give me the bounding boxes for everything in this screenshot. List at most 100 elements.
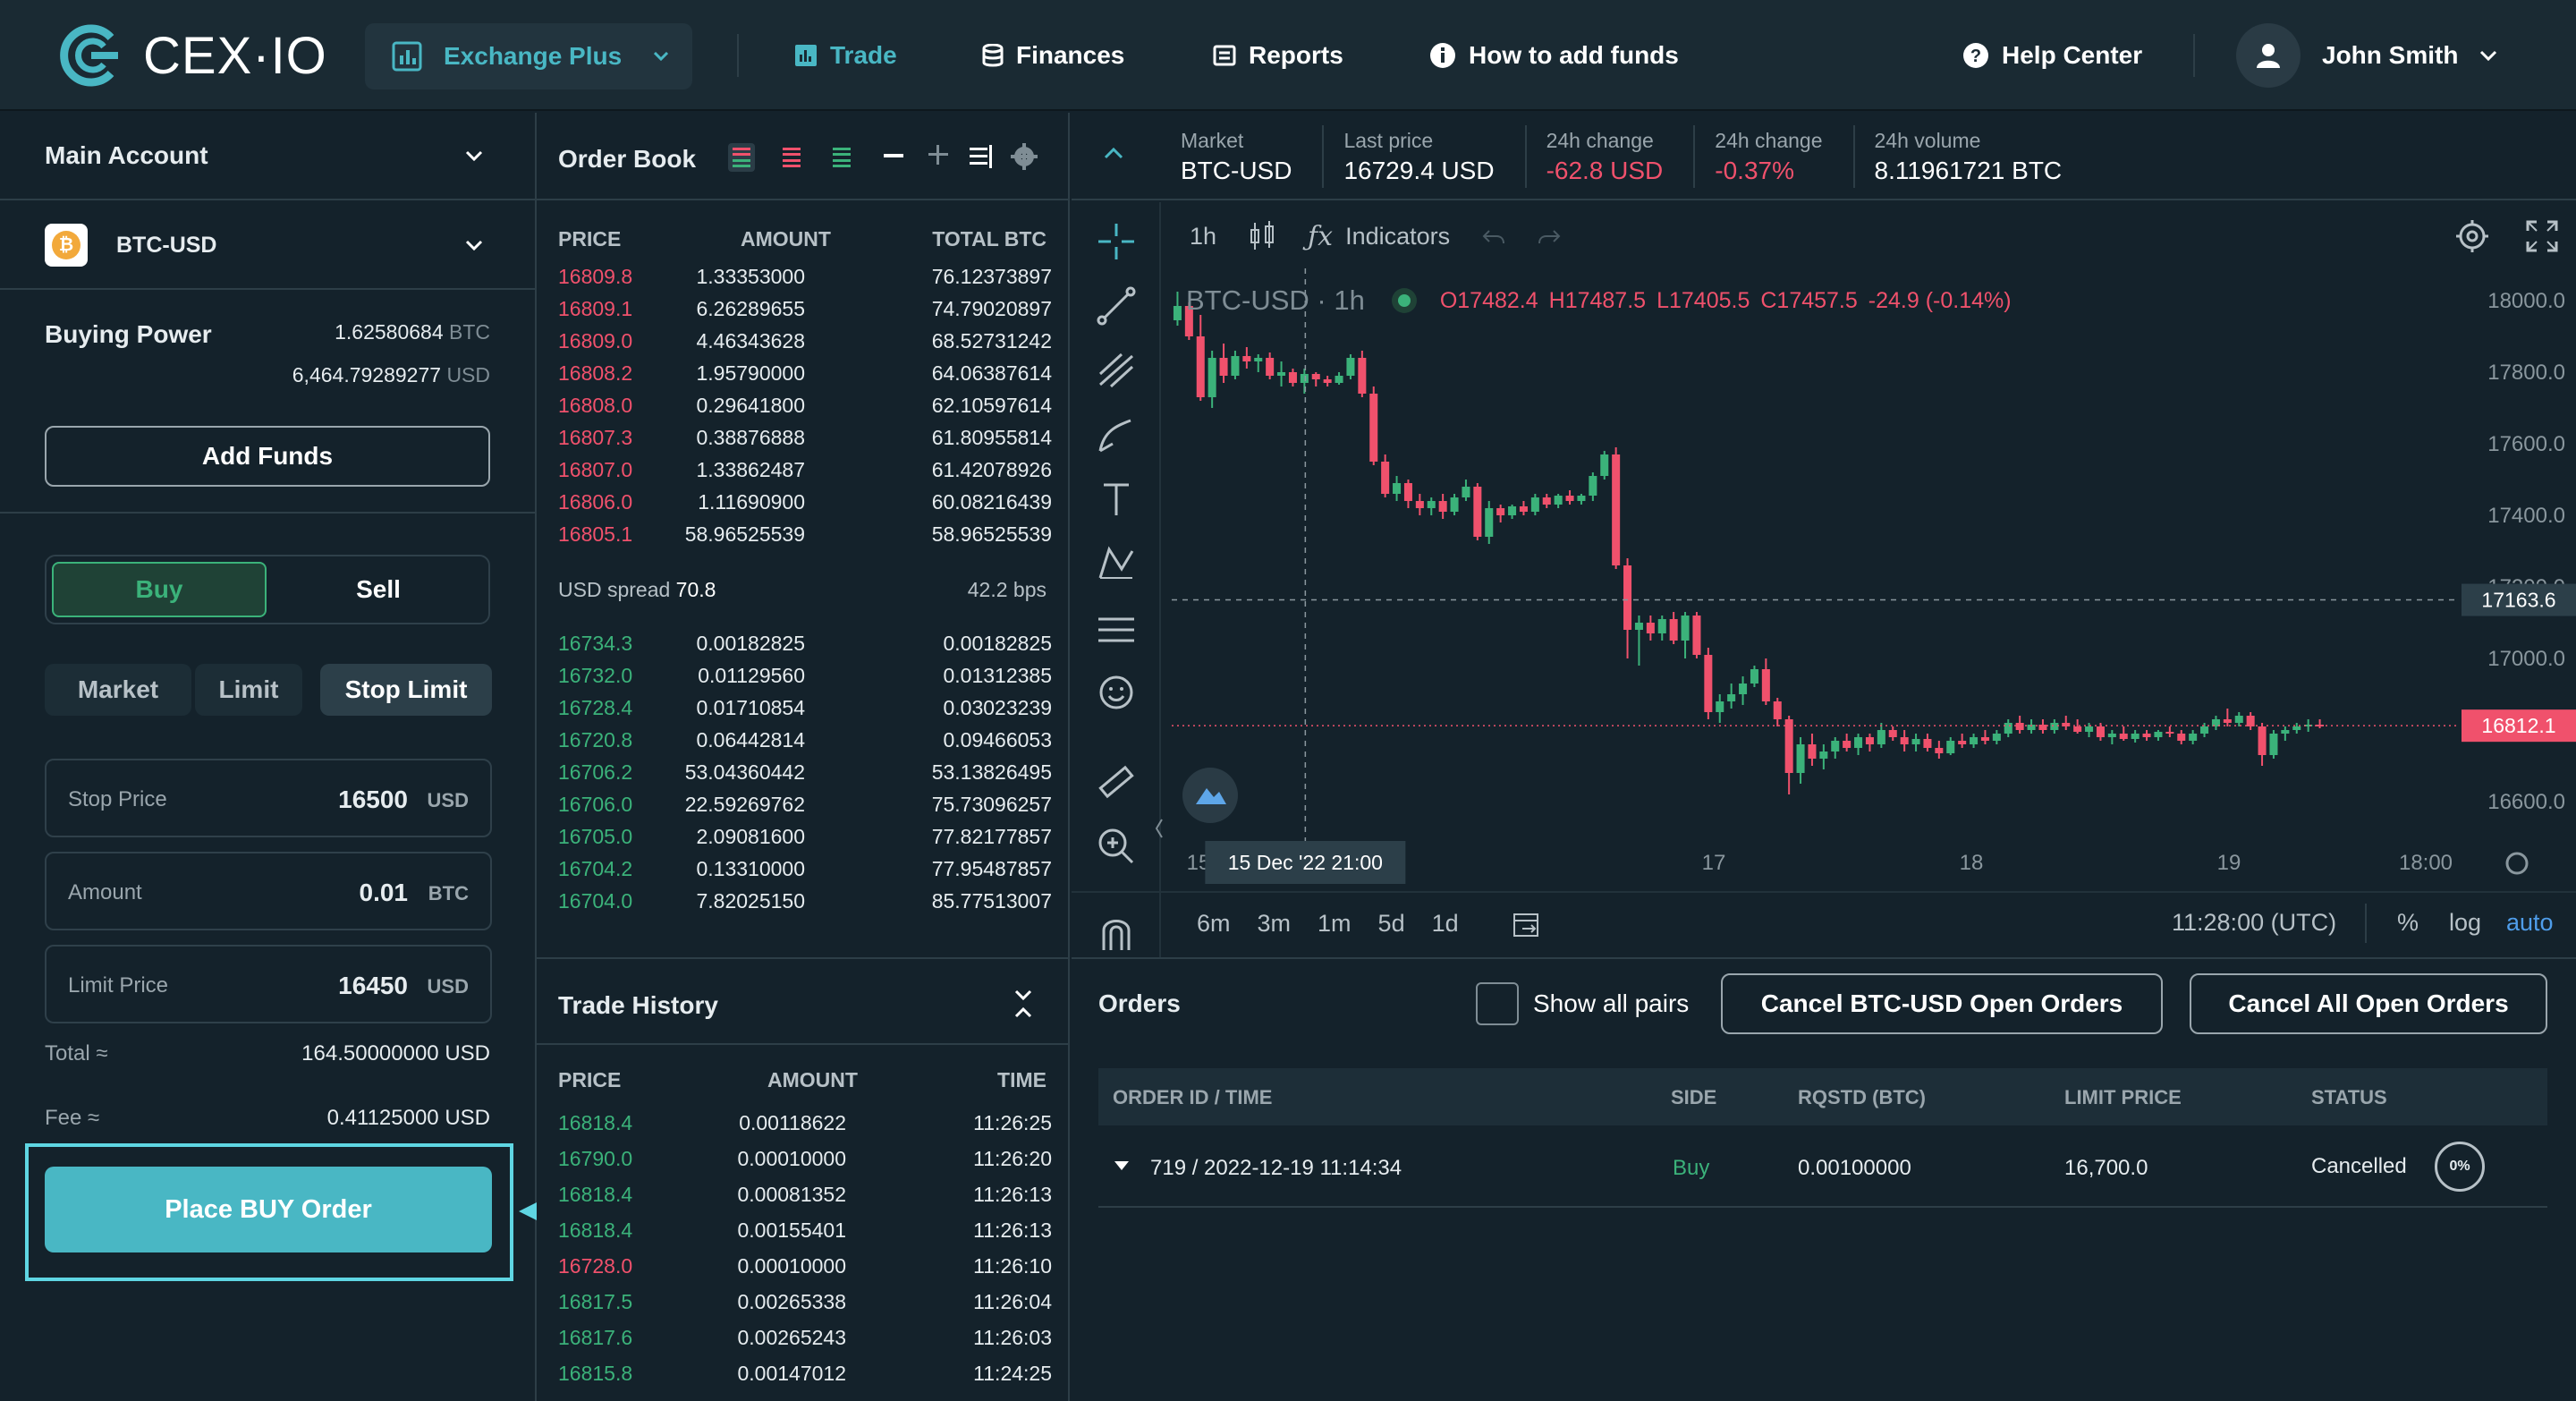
brush-icon[interactable] (1095, 413, 1138, 456)
order-book-bid-row[interactable]: 16734.3 0.00182825 0.00182825 (537, 626, 1073, 658)
show-all-pairs-label[interactable]: Show all pairs (1533, 989, 1689, 1018)
indicators-button[interactable]: ƒx Indicators (1308, 221, 1450, 252)
order-book-ask-row[interactable]: 16808.2 1.95790000 64.06387614 (537, 356, 1073, 388)
order-book-panel: Order Book PRICE AMOUNT TOTAL BTC 16809.… (537, 113, 1070, 957)
order-type-limit[interactable]: Limit (195, 664, 302, 716)
minus-icon[interactable] (884, 152, 903, 159)
candle-body (1900, 737, 1909, 744)
order-book-ask-row[interactable]: 16809.8 1.33353000 76.12373897 (537, 259, 1073, 292)
pair-selector[interactable]: ₿ BTC-USD (0, 200, 535, 290)
add-funds-button[interactable]: Add Funds (45, 426, 490, 487)
nav-finances[interactable]: Finances (982, 0, 1124, 111)
order-book-bid-row[interactable]: 16706.2 53.04360442 53.13826495 (537, 755, 1073, 787)
account-selector[interactable]: Main Account (0, 113, 535, 200)
orderbook-asks-view-icon[interactable] (778, 143, 805, 172)
interval-button[interactable]: 1h (1190, 223, 1216, 250)
range-button[interactable]: 6m (1197, 910, 1231, 938)
order-book-bid-row[interactable]: 16720.8 0.06442814 0.09466053 (537, 723, 1073, 755)
order-book-ask-row[interactable]: 16808.0 0.29641800 62.10597614 (537, 388, 1073, 420)
emoji-icon[interactable] (1095, 671, 1138, 714)
forecast-tool-icon[interactable] (1095, 607, 1138, 650)
user-menu[interactable]: John Smith (2236, 21, 2497, 89)
y-tick-label: 17000.0 (2487, 647, 2565, 671)
order-book-ask-row[interactable]: 16805.1 58.96525539 58.96525539 (537, 517, 1073, 549)
redo-icon[interactable] (1538, 227, 1561, 245)
help-center-link[interactable]: ? Help Center (1962, 0, 2142, 111)
limit-price-field[interactable]: Limit Price 16450 USD (45, 945, 492, 1023)
chevron-up-icon[interactable] (1104, 147, 1123, 159)
ruler-icon[interactable] (1095, 760, 1138, 803)
nav-how-to-add-funds[interactable]: How to add funds (1429, 0, 1679, 111)
zoom-in-icon[interactable] (1095, 825, 1138, 868)
chevron-down-icon (465, 240, 483, 250)
orders-table-row[interactable]: 719 / 2022-12-19 11:14:34 Buy 0.00100000… (1098, 1125, 2547, 1208)
orders-title: Orders (1098, 989, 1181, 1017)
pattern-tool-icon[interactable] (1095, 542, 1138, 585)
range-button[interactable]: 5d (1378, 910, 1405, 938)
collapse-tools-icon[interactable] (1154, 816, 1165, 841)
order-book-ask-row[interactable]: 16807.0 1.33862487 61.42078926 (537, 453, 1073, 485)
candle-body (1254, 358, 1263, 361)
range-button[interactable]: 1m (1318, 910, 1352, 938)
orderbook-bids-view-icon[interactable] (828, 143, 855, 172)
place-buy-order-button[interactable]: Place BUY Order (45, 1167, 492, 1252)
order-book-ask-row[interactable]: 16807.3 0.38876888 61.80955814 (537, 420, 1073, 453)
buy-tab[interactable]: Buy (52, 562, 267, 617)
order-book-ask-row[interactable]: 16809.0 4.46343628 68.52731242 (537, 324, 1073, 356)
order-book-bid-row[interactable]: 16704.2 0.13310000 77.95487857 (537, 852, 1073, 884)
chart-bottom-divider (1072, 891, 2576, 893)
order-book-ask-row[interactable]: 16806.0 1.11690900 60.08216439 (537, 485, 1073, 517)
candle-body (1485, 508, 1494, 537)
trend-line-icon[interactable] (1095, 284, 1138, 327)
sell-tab[interactable]: Sell (272, 562, 485, 617)
top-navigation-bar: CEX·IO Exchange Plus Trade Finances Repo… (0, 0, 2576, 111)
candlestick-chart[interactable]: 18000.017800.017600.017400.017200.017000… (1163, 268, 2576, 898)
order-book-bid-row[interactable]: 16706.0 22.59269762 75.73096257 (537, 787, 1073, 819)
gear-icon[interactable] (1011, 143, 1038, 170)
tradingview-logo[interactable] (1182, 768, 1238, 823)
col-limit-price: LIMIT PRICE (2064, 1086, 2182, 1108)
cancel-pair-orders-button[interactable]: Cancel BTC-USD Open Orders (1721, 973, 2163, 1034)
order-book-bid-row[interactable]: 16732.0 0.01129560 0.01312385 (537, 658, 1073, 691)
amount-field[interactable]: Amount 0.01 BTC (45, 852, 492, 930)
order-book-bid-row[interactable]: 16705.0 2.09081600 77.82177857 (537, 819, 1073, 852)
candle-body (1970, 737, 1979, 744)
auto-toggle[interactable]: auto (2506, 909, 2554, 937)
order-type-stop-limit[interactable]: Stop Limit (320, 664, 492, 716)
plus-icon[interactable] (928, 145, 948, 165)
candle-body (1980, 737, 1989, 741)
undo-icon[interactable] (1482, 227, 1505, 245)
order-type-market[interactable]: Market (45, 664, 191, 716)
stop-price-field[interactable]: Stop Price 16500 USD (45, 759, 492, 837)
chart-clock[interactable]: 11:28:00 (UTC) (2172, 909, 2336, 937)
date-range-icon[interactable] (1512, 909, 1542, 939)
product-dropdown[interactable]: Exchange Plus (365, 23, 692, 89)
nav-trade[interactable]: Trade (794, 0, 897, 111)
text-tool-icon[interactable] (1095, 478, 1138, 521)
fullscreen-icon[interactable] (2526, 220, 2558, 252)
candle-type-icon[interactable] (1249, 221, 1275, 251)
collapse-toggle-icon[interactable] (1013, 988, 1034, 1020)
range-button[interactable]: 3m (1258, 910, 1292, 938)
candle-body (2165, 732, 2174, 734)
th-amount: 0.00010000 (737, 1147, 846, 1170)
orderbook-both-view-icon[interactable] (728, 143, 755, 172)
th-time: 11:26:13 (973, 1183, 1052, 1206)
log-toggle[interactable]: log (2449, 909, 2481, 937)
magnet-icon[interactable] (1095, 913, 1138, 955)
fib-tool-icon[interactable] (1095, 349, 1138, 392)
order-book-bid-row[interactable]: 16704.0 7.82025150 85.77513007 (537, 884, 1073, 916)
cancel-all-orders-button[interactable]: Cancel All Open Orders (2190, 973, 2547, 1034)
order-book-bid-row[interactable]: 16728.4 0.01710854 0.03023239 (537, 691, 1073, 723)
grouping-icon[interactable] (970, 145, 993, 168)
crosshair-icon[interactable] (1095, 220, 1138, 263)
show-all-pairs-checkbox[interactable] (1476, 982, 1519, 1025)
nav-finances-label: Finances (1016, 41, 1125, 69)
percent-toggle[interactable]: % (2397, 909, 2419, 937)
order-book-ask-row[interactable]: 16809.1 6.26289655 74.79020897 (537, 292, 1073, 324)
range-button[interactable]: 1d (1432, 910, 1459, 938)
expand-row-icon[interactable] (1114, 1161, 1129, 1170)
nav-reports[interactable]: Reports (1213, 0, 1343, 111)
cex-logo[interactable]: CEX·IO (55, 16, 327, 95)
chart-settings-icon[interactable] (2454, 218, 2490, 254)
